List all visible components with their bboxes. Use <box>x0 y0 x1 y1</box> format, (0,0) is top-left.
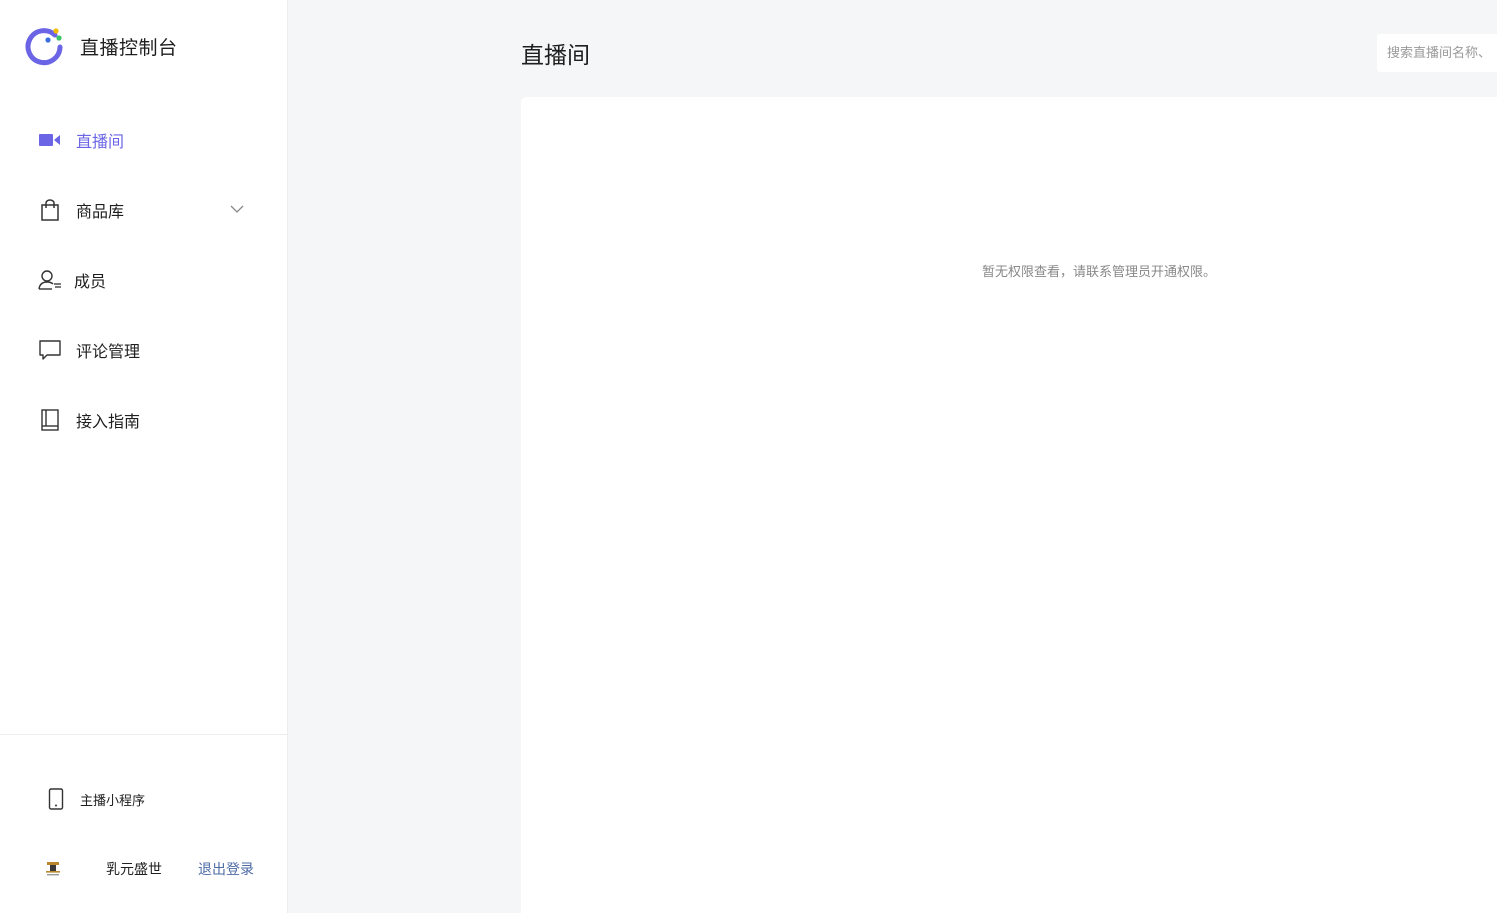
empty-permission-message: 暂无权限查看，请联系管理员开通权限。 <box>981 265 1216 280</box>
logo-icon <box>24 26 64 66</box>
shopping-bag-icon <box>38 198 62 222</box>
sidebar-item-label: 接入指南 <box>76 412 141 431</box>
sidebar-item-members[interactable]: 成员 <box>38 268 106 292</box>
avatar-icon <box>46 862 60 876</box>
page-title: 直播间 <box>521 43 590 69</box>
app-logo[interactable]: 直播控制台 <box>24 26 178 66</box>
app-root: 直播控制台 直播间 商品库 成员 评论管理 接入指南 主播小程序 乳元盛世 退出… <box>0 0 1497 913</box>
sidebar-item-comments[interactable]: 评论管理 <box>38 338 140 362</box>
avatar[interactable] <box>44 860 62 878</box>
comment-icon <box>38 338 62 362</box>
app-title: 直播控制台 <box>80 36 178 59</box>
sidebar-item-product-library[interactable]: 商品库 <box>38 198 124 222</box>
sidebar-item-live-room[interactable]: 直播间 <box>38 128 124 152</box>
sidebar-divider <box>0 734 287 735</box>
user-info: 乳元盛世 退出登录 <box>44 858 254 880</box>
anchor-miniprogram-link[interactable]: 主播小程序 <box>46 787 145 811</box>
member-icon <box>38 268 62 292</box>
sidebar-item-guide[interactable]: 接入指南 <box>38 408 140 432</box>
sidebar-item-label: 直播间 <box>76 132 125 151</box>
username: 乳元盛世 <box>106 862 162 878</box>
miniprogram-label: 主播小程序 <box>80 793 146 809</box>
phone-icon <box>46 787 66 811</box>
sidebar-item-label: 成员 <box>74 272 107 291</box>
search-box <box>1377 34 1497 72</box>
logout-link[interactable]: 退出登录 <box>198 859 254 879</box>
video-camera-icon <box>38 128 62 152</box>
content-panel: 暂无权限查看，请联系管理员开通权限。 <box>521 97 1497 913</box>
sidebar-item-label: 评论管理 <box>76 342 141 361</box>
sidebar-item-label: 商品库 <box>76 202 125 221</box>
chevron-down-icon[interactable] <box>229 201 245 217</box>
book-icon <box>38 408 62 432</box>
search-input[interactable] <box>1377 34 1497 72</box>
sidebar: 直播控制台 直播间 商品库 成员 评论管理 接入指南 主播小程序 乳元盛世 退出… <box>0 0 288 913</box>
